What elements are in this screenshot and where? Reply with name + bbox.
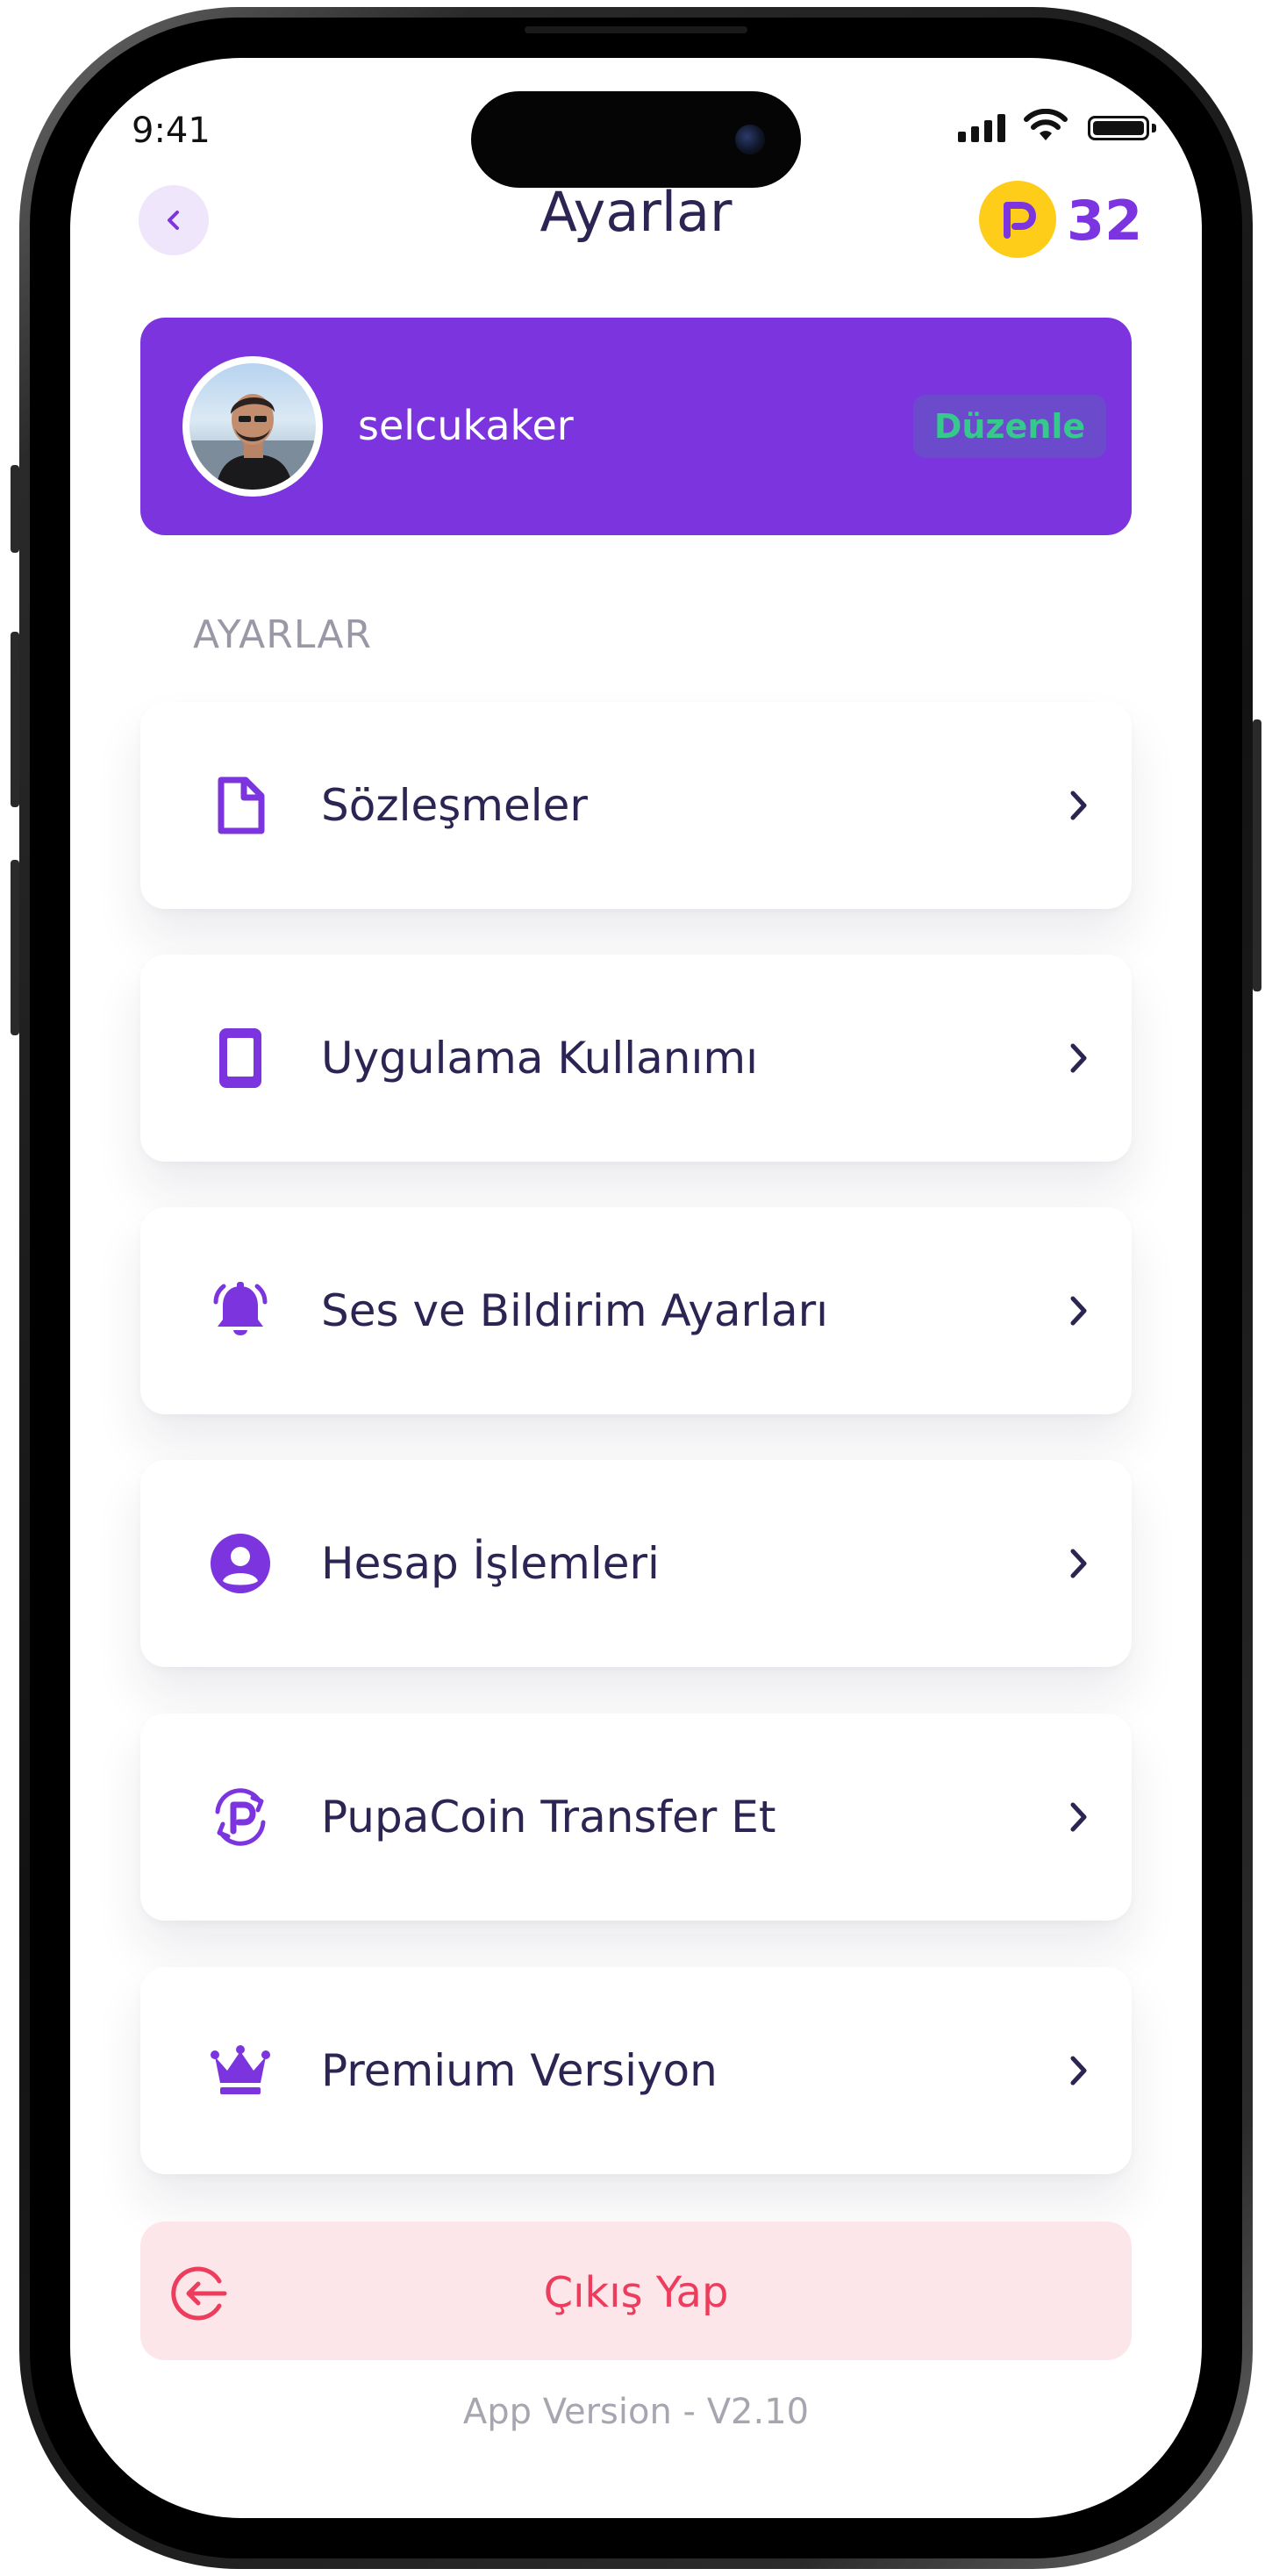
back-button[interactable]: [139, 185, 209, 255]
battery-icon: [1088, 116, 1149, 140]
power-button: [1253, 719, 1261, 991]
chevron-left-icon: [168, 211, 179, 230]
action-button: [11, 465, 19, 553]
cellular-signal-icon: [958, 112, 1005, 142]
menu-item-app-usage[interactable]: Uygulama Kullanımı: [140, 955, 1132, 1162]
coin-transfer-icon: [209, 1785, 272, 1849]
app-version: App Version - V2.10: [462, 2392, 810, 2432]
chevron-right-icon: [1065, 1293, 1093, 1328]
crown-icon: [209, 2039, 272, 2102]
pupacoin-icon: [979, 181, 1056, 258]
chevron-right-icon: [1065, 2053, 1093, 2088]
volume-up-button: [11, 632, 19, 807]
chevron-right-icon: [1065, 788, 1093, 823]
menu-item-contracts[interactable]: Sözleşmeler: [140, 702, 1132, 909]
front-camera: [735, 125, 765, 154]
chevron-right-icon: [1065, 1800, 1093, 1835]
menu-item-label: Hesap İşlemleri: [321, 1538, 660, 1589]
coin-balance: 32: [1067, 189, 1143, 253]
chevron-right-icon: [1065, 1041, 1093, 1076]
menu-item-label: Premium Versiyon: [321, 2045, 718, 2096]
avatar-photo: [189, 363, 316, 490]
profile-username: selcukaker: [358, 402, 574, 449]
document-icon: [209, 774, 272, 837]
menu-item-account[interactable]: Hesap İşlemleri: [140, 1460, 1132, 1667]
volume-down-button: [11, 860, 19, 1035]
menu-item-sound-notifications[interactable]: Ses ve Bildirim Ayarları: [140, 1207, 1132, 1414]
earpiece: [525, 26, 747, 33]
menu-item-label: Ses ve Bildirim Ayarları: [321, 1285, 829, 1336]
menu-item-label: Uygulama Kullanımı: [321, 1033, 758, 1084]
logout-label: Çıkış Yap: [543, 2268, 729, 2317]
user-circle-icon: [209, 1532, 272, 1595]
status-time: 9:41: [132, 111, 211, 151]
page-title: Ayarlar: [540, 180, 732, 244]
battery-tip: [1152, 124, 1156, 132]
avatar[interactable]: [182, 356, 323, 497]
wifi-icon: [1024, 109, 1068, 140]
chevron-right-icon: [1065, 1546, 1093, 1581]
edit-profile-button[interactable]: Düzenle: [913, 395, 1106, 458]
menu-item-coin-transfer[interactable]: PupaCoin Transfer Et: [140, 1714, 1132, 1921]
menu-item-premium[interactable]: Premium Versiyon: [140, 1967, 1132, 2174]
phone-icon: [209, 1027, 272, 1090]
bell-icon: [209, 1279, 272, 1342]
menu-item-label: Sözleşmeler: [321, 780, 588, 831]
menu-item-label: PupaCoin Transfer Et: [321, 1792, 776, 1843]
section-title: AYARLAR: [193, 612, 373, 657]
